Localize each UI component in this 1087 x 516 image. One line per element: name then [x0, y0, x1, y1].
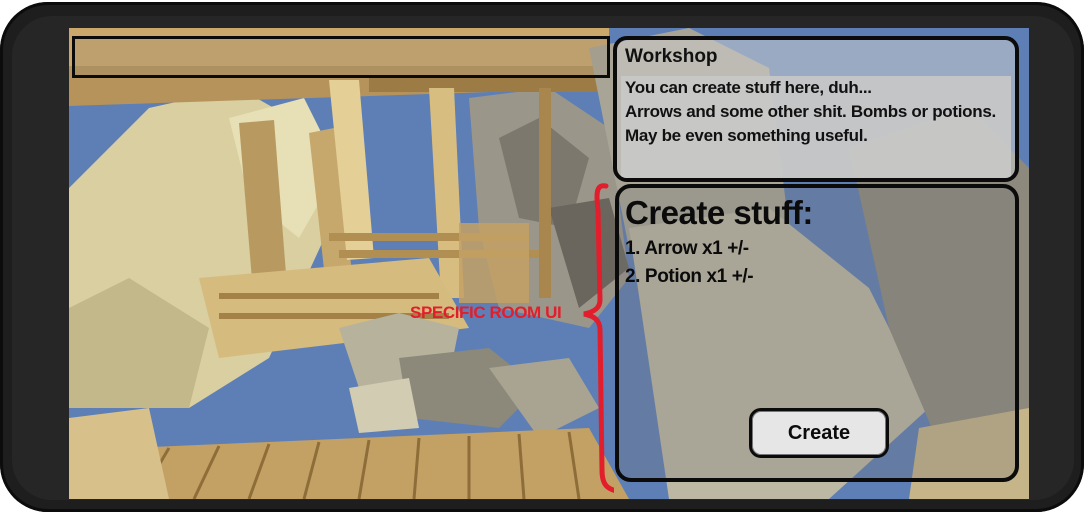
craft-item-arrow[interactable]: 1. Arrow x1 +/-: [625, 238, 749, 260]
specific-room-ui-annotation: SPECIFIC ROOM UI: [410, 303, 562, 322]
workshop-title: Workshop: [625, 46, 718, 67]
description-line: Arrows and some other shit. Bombs or pot…: [625, 102, 996, 121]
workshop-description: You can create stuff here, duh... Arrows…: [621, 76, 1011, 178]
create-stuff-title: Create stuff:: [625, 194, 813, 231]
craft-item-potion[interactable]: 2. Potion x1 +/-: [625, 266, 754, 288]
description-line: You can create stuff here, duh...: [625, 78, 872, 97]
description-line: May be even something useful.: [625, 126, 868, 145]
create-button[interactable]: Create: [749, 408, 889, 458]
room-name-bar: [72, 36, 610, 78]
annotation-bracket: [583, 183, 614, 493]
workshop-info-panel: Workshop You can create stuff here, duh.…: [613, 36, 1019, 182]
create-stuff-panel: Create stuff: 1. Arrow x1 +/- 2. Potion …: [615, 184, 1019, 482]
